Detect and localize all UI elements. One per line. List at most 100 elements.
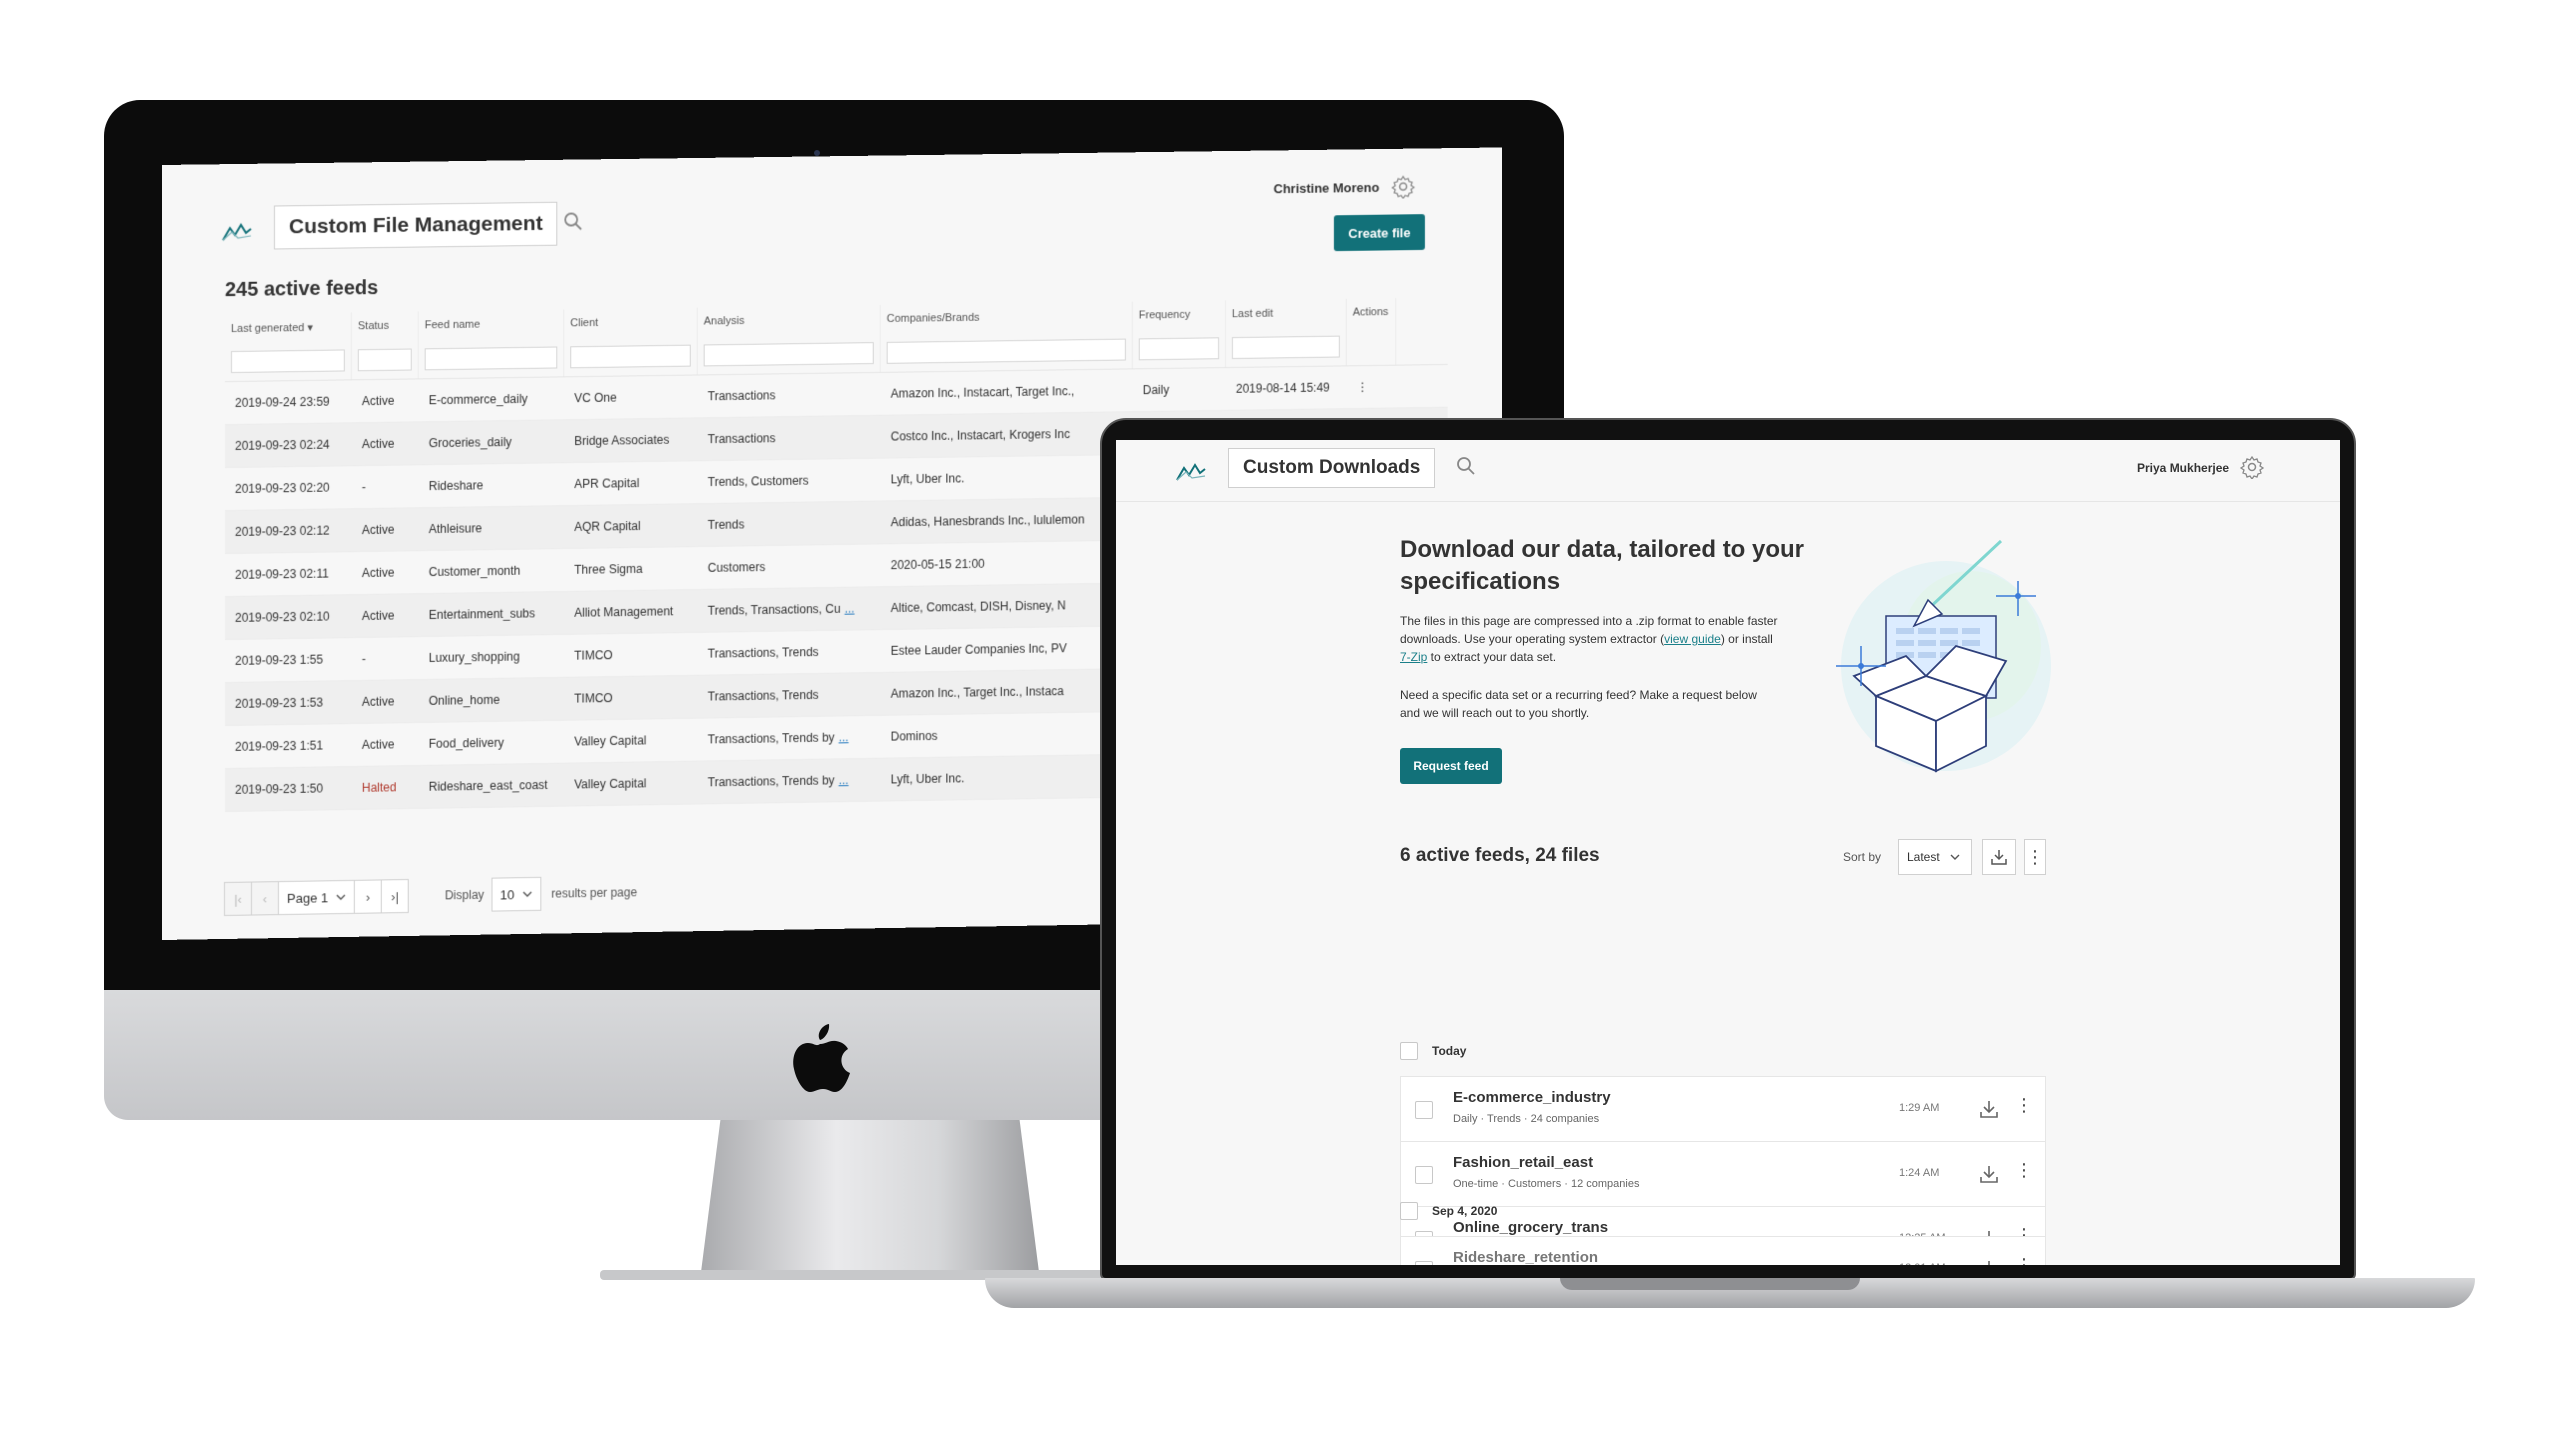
cell-feed-name-text: Food_delivery [428, 735, 504, 751]
first-page-button[interactable]: |‹ [223, 881, 252, 916]
cell-analysis-text: Transactions [707, 431, 776, 447]
file-meta-text: One-time · Customers · 12 companies [1453, 1178, 1640, 1190]
file-list-item[interactable]: Rideshare_retentionPaused · Retention · … [1400, 1236, 2046, 1265]
col-client[interactable]: Client [564, 307, 698, 377]
cell-last-generated-text: 2019-09-23 1:55 [234, 652, 323, 668]
file-checkbox[interactable] [1415, 1166, 1433, 1184]
view-guide-link[interactable]: view guide [1664, 632, 1721, 646]
cell-status: Active [352, 436, 419, 451]
cell-companies-text: 2020-05-15 21:00 [890, 556, 985, 573]
seven-zip-link[interactable]: 7-Zip [1400, 650, 1427, 664]
cell-last-generated-text: 2019-09-23 02:11 [234, 566, 329, 582]
filter-input[interactable] [886, 338, 1126, 364]
cell-status: Halted [352, 780, 419, 795]
sort-select[interactable]: Latest [1898, 839, 1972, 875]
group-checkbox[interactable] [1400, 1202, 1418, 1220]
file-name[interactable]: Fashion_retail_east [1453, 1154, 1593, 1171]
more-vertical-icon[interactable]: ⋮ [2015, 1095, 2033, 1116]
cell-analysis-text: Transactions, Trends by [707, 730, 835, 747]
cell-last-generated-text: 2019-09-23 1:51 [234, 738, 323, 754]
group-checkbox[interactable] [1400, 1042, 1418, 1060]
cell-feed-name: E-commerce_daily [419, 391, 565, 407]
download-icon[interactable] [1977, 1257, 2001, 1265]
request-feed-button[interactable]: Request feed [1400, 748, 1502, 784]
download-all-button[interactable] [1982, 839, 2016, 875]
col-actions: Actions [1346, 298, 1397, 366]
file-list-item[interactable]: E-commerce_industry Daily · Trends · 24 c… [1400, 1076, 2046, 1142]
user-name[interactable]: Priya Mukherjee [2137, 461, 2229, 475]
gear-icon[interactable] [1391, 174, 1415, 198]
cell-feed-name-text: Rideshare_east_coast [428, 777, 548, 794]
cell-feed-name-text: Customer_month [428, 563, 521, 580]
col-companies[interactable]: Companies/Brands [880, 301, 1133, 372]
filter-input[interactable] [230, 349, 345, 374]
chevron-down-icon [522, 891, 532, 897]
cell-last-generated: 2019-09-23 02:20 [225, 480, 352, 496]
file-name[interactable]: E-commerce_industry [1453, 1089, 1611, 1106]
column-label: Frequency [1138, 308, 1191, 322]
col-last-edit[interactable]: Last edit [1225, 298, 1347, 368]
prev-page-button[interactable]: ‹ [250, 881, 279, 916]
file-meta: One-time · Customers · 12 companies [1453, 1178, 1639, 1190]
cell-feed-name: Luxury_shopping [419, 649, 565, 665]
cell-feed-name-text: Entertainment_subs [428, 606, 536, 622]
search-icon[interactable] [563, 211, 583, 231]
cell-client: Bridge Associates [564, 432, 697, 448]
col-feed-name[interactable]: Feed name [418, 309, 565, 379]
cell-analysis: Transactions [698, 387, 881, 404]
col-analysis[interactable]: Analysis [697, 305, 881, 375]
cell-analysis-text: Transactions, Trends by [707, 773, 835, 790]
cell-companies: Adidas, Hanesbrands Inc., lululemon [881, 512, 1133, 530]
cell-feed-name: Groceries_daily [419, 434, 565, 450]
display-label: Display [444, 887, 485, 903]
download-icon[interactable] [1977, 1097, 2001, 1121]
column-label: Companies/Brands [886, 311, 980, 325]
per-page-select[interactable]: 10 [491, 876, 542, 912]
cell-status-text: - [361, 651, 366, 666]
cell-last-generated: 2019-09-23 1:55 [225, 652, 352, 668]
cell-companies-text: Amazon Inc., Target Inc., Instaca [890, 684, 1064, 701]
cell-feed-name-text: Online_home [428, 692, 500, 708]
column-label: Feed name [424, 318, 481, 332]
cell-status: - [352, 651, 419, 666]
filter-input[interactable] [1138, 337, 1220, 361]
file-list-item[interactable]: Fashion_retail_east One-time · Customers … [1400, 1141, 2046, 1207]
file-time: 1:29 AM [1899, 1102, 1940, 1114]
cell-status-text: Active [361, 393, 395, 409]
mountain-logo-icon[interactable] [222, 222, 252, 242]
filter-input[interactable] [424, 346, 558, 371]
more-vertical-icon[interactable]: ⋮ [2015, 1160, 2033, 1181]
file-name[interactable]: Rideshare_retention [1453, 1249, 1598, 1265]
more-vertical-icon[interactable]: ⋮ [2015, 1255, 2033, 1265]
next-page-button[interactable]: › [354, 879, 382, 914]
expand-link[interactable]: ... [839, 773, 849, 787]
create-file-button[interactable]: Create file [1333, 214, 1425, 252]
cell-actions[interactable]: ⋮ [1347, 380, 1396, 395]
search-icon[interactable] [1456, 456, 1476, 476]
last-page-button[interactable]: ›| [380, 878, 409, 914]
col-frequency[interactable]: Frequency [1132, 300, 1226, 369]
filter-input[interactable] [703, 342, 874, 367]
mountain-logo-icon[interactable] [1176, 462, 1206, 482]
expand-link[interactable]: ... [845, 602, 855, 616]
download-icon[interactable] [1977, 1162, 2001, 1186]
cell-client: Three Sigma [564, 561, 697, 577]
page-select[interactable]: Page 1 [277, 879, 356, 916]
cell-client-text: APR Capital [574, 476, 640, 492]
col-status[interactable]: Status [351, 311, 419, 380]
gear-icon[interactable] [2240, 455, 2264, 479]
downloads-screen: Custom Downloads Priya Mukherjee Downloa… [1116, 440, 2340, 1265]
cell-last-edit: 2019-08-14 15:49 [1226, 380, 1347, 396]
filter-input[interactable] [570, 344, 691, 369]
more-vertical-icon[interactable]: ⋮ [2024, 839, 2046, 875]
file-checkbox[interactable] [1415, 1101, 1433, 1119]
file-checkbox[interactable] [1415, 1261, 1433, 1265]
col-last-generated[interactable]: Last generated ▾ [224, 312, 352, 382]
cell-status-text: - [361, 480, 366, 495]
user-name[interactable]: Christine Moreno [1274, 180, 1380, 196]
filter-input[interactable] [1231, 335, 1340, 360]
cell-companies-text: Adidas, Hanesbrands Inc., lululemon [890, 512, 1085, 530]
expand-link[interactable]: ... [839, 730, 849, 744]
filter-input[interactable] [357, 348, 412, 372]
file-name[interactable]: Online_grocery_trans [1453, 1219, 1608, 1236]
